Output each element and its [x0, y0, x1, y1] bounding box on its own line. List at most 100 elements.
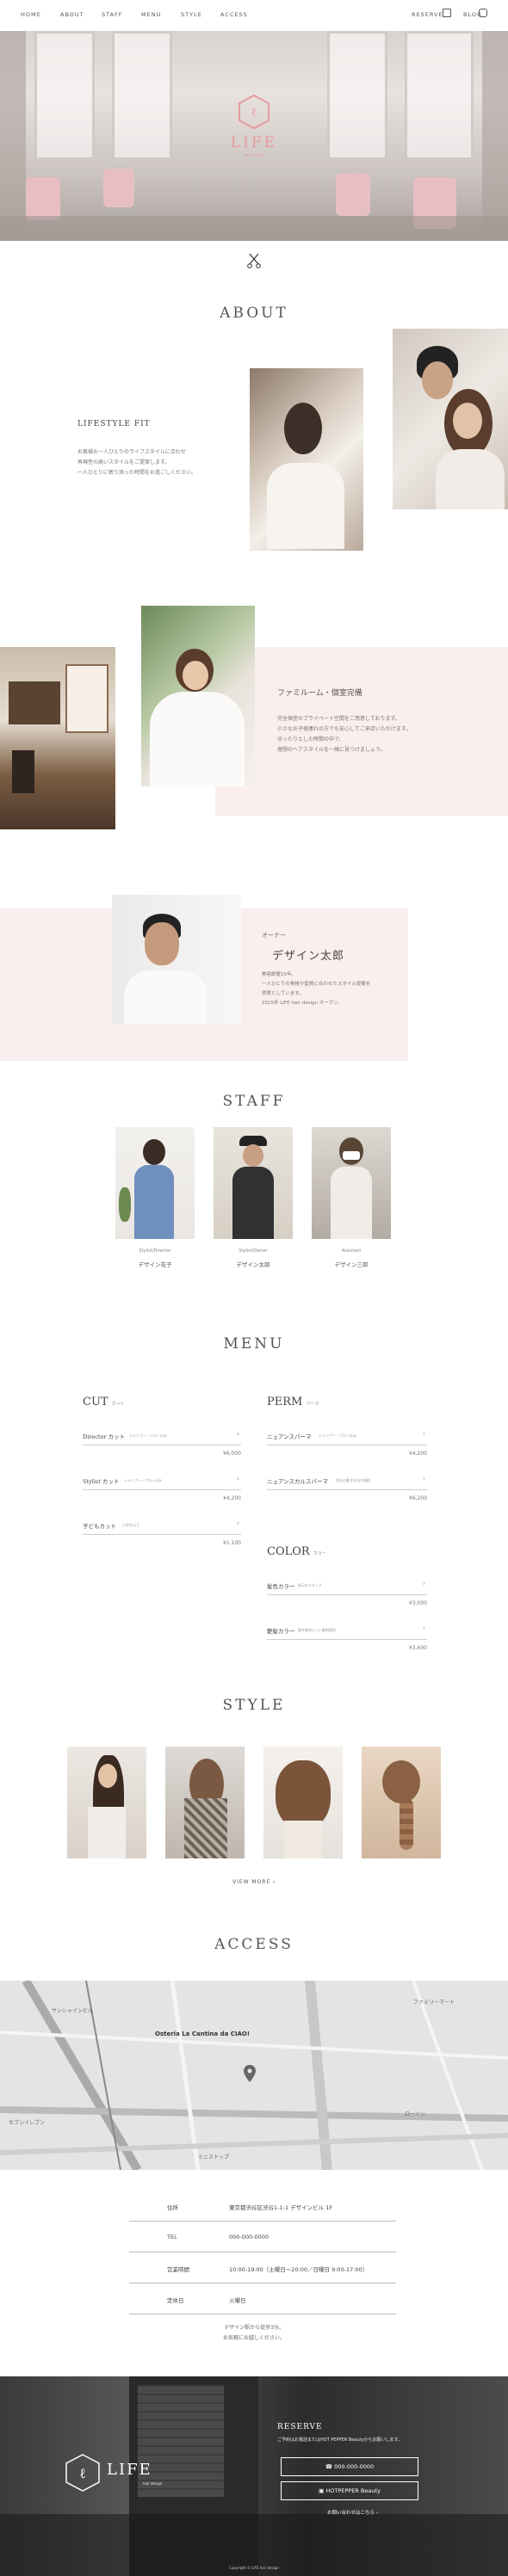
chevron-right-icon: › [422, 1430, 425, 1438]
calendar-icon[interactable] [443, 9, 451, 17]
chevron-right-icon: › [236, 1430, 239, 1438]
menu-cut-price-3: ¥1,100 [223, 1540, 241, 1546]
nav-staff[interactable]: STAFF [102, 11, 123, 18]
nav-style[interactable]: STYLE [181, 11, 202, 18]
chevron-right-icon: › [273, 1879, 276, 1885]
menu-color-price-1: ¥3,000 [409, 1600, 427, 1606]
footer: ℓ LIFE hair design RESERVE ご予約はお電話またはHOT… [0, 2376, 508, 2576]
copyright: Copyright © LIFE hair design [229, 2566, 279, 2570]
access-row-holiday: 定休日 火曜日 [129, 2283, 396, 2314]
map-label-3: セブンイレブン [9, 2120, 46, 2126]
access-note: デザイン駅から徒歩3分。 お気軽にお越しください。 [222, 2325, 285, 2341]
staff-photo-1[interactable] [115, 1127, 195, 1239]
staff-photo-2[interactable] [214, 1127, 293, 1239]
about-photo-girl [141, 606, 255, 786]
about-text-4: 完全個室のプライベート空間をご用意しております。 [277, 716, 401, 722]
nav-home[interactable]: HOME [21, 11, 41, 18]
staff-title: STAFF [222, 1093, 286, 1110]
style-photo-1[interactable] [67, 1747, 146, 1858]
owner-text-1: 美容師歴15年。 [262, 972, 296, 977]
menu-cut-row-1[interactable]: Director カット シャンプー・ブロー込み › [83, 1427, 241, 1445]
access-row-address: 住所 東京都渋谷区渋谷1-1-1 デザインビル 1F [129, 2191, 396, 2222]
staff-name-3: デザイン三郎 [334, 1261, 369, 1268]
owner-photo [112, 895, 241, 1024]
staff-photo-3[interactable] [312, 1127, 391, 1239]
logo-hex-icon: ℓ [239, 95, 269, 129]
style-photo-3[interactable] [263, 1747, 343, 1858]
view-more-link[interactable]: VIEW MORE › [232, 1879, 276, 1885]
style-photo-2[interactable] [165, 1747, 245, 1858]
menu-cut-price-2: ¥4,200 [223, 1495, 241, 1501]
map-label-4: ミニストップ [198, 2154, 230, 2160]
about-photo-interior [0, 647, 115, 829]
access-map[interactable]: Osteria La Cantina da CIAO! サンシャインビル ファミ… [0, 1981, 508, 2170]
chevron-right-icon: › [236, 1475, 239, 1482]
map-pin-icon [244, 2065, 256, 2082]
hero-brand-sub: hair design [244, 152, 264, 157]
staff-role-1: Stylist/Director [139, 1248, 171, 1254]
scissors-icon [247, 253, 261, 268]
menu-perm-row-2[interactable]: ニュアンスカルスパーマ 毛先の動きを出す施術 › [267, 1471, 427, 1490]
chevron-right-icon: › [236, 1519, 239, 1527]
menu-cut-heading: CUT カット [83, 1396, 125, 1408]
menu-cut-row-2[interactable]: Stylist カット シャンプー・ブロー込み › [83, 1471, 241, 1490]
map-label-5: ローソン [405, 2111, 426, 2117]
access-row-hours: 営業時間 10:00-19:00（土曜日〜20:00／日曜日 9:00-17:00… [129, 2252, 396, 2283]
top-nav: HOME ABOUT STAFF MENU STYLE ACCESS RESER… [0, 0, 508, 31]
footer-contact-link[interactable]: お問い合わせはこちら › [327, 2509, 378, 2516]
about-photo-salon [250, 368, 363, 551]
about-text-5: 小さなお子様連れの方でも安心してご来店いただけます。 [277, 726, 412, 732]
menu-cut-price-1: ¥6,000 [223, 1451, 241, 1457]
menu-color-row-1[interactable]: 髪色カラー 根元のリタッチ › [267, 1576, 427, 1595]
about-text-8: 理想のヘアスタイルを一緒に見つけましょう。 [277, 747, 386, 753]
menu-title: MENU [223, 1335, 285, 1353]
chevron-right-icon: › [422, 1580, 425, 1587]
about-text-3: 一人ひとりに寄り添った時間をお過ごしください。 [77, 470, 196, 476]
nav-access[interactable]: ACCESS [220, 11, 248, 18]
staff-name-2: デザイン太郎 [236, 1261, 270, 1268]
map-label-2: ファミリーマート [413, 2000, 455, 2006]
phone-icon: ☎ [325, 2463, 332, 2470]
chevron-right-icon: › [375, 2511, 378, 2516]
access-row-tel: TEL 000-000-0000 [129, 2222, 396, 2252]
staff-role-2: Stylist/Owner [239, 1248, 268, 1254]
chevron-right-icon: › [422, 1624, 425, 1632]
footer-tel-button[interactable]: ☎ 000-000-0000 [281, 2457, 418, 2476]
menu-perm-price-2: ¥6,200 [409, 1495, 427, 1501]
footer-reserve-title: RESERVE [277, 2423, 323, 2431]
about-photo-couple [393, 329, 508, 509]
menu-perm-row-1[interactable]: ニュアンスパーマ シャンプー・ブロー込み › [267, 1427, 427, 1445]
about-heading-2: ファミルーム・個室完備 [277, 689, 362, 698]
owner-text-3: 得意としています。 [262, 991, 304, 996]
menu-cut-row-3[interactable]: 子どもカット 小学生以下 › [83, 1516, 241, 1535]
footer-hotpepper-button[interactable]: ▣ HOTPEPPER Beauty [281, 2481, 418, 2500]
menu-color-row-2[interactable]: 艶髪カラー 髪を傷めにくい薬剤使用 › [267, 1621, 427, 1640]
instagram-icon[interactable] [479, 9, 487, 17]
menu-perm-heading: PERM パーマ [267, 1396, 319, 1408]
nav-menu[interactable]: MENU [141, 11, 161, 18]
menu-perm-price-1: ¥4,200 [409, 1451, 427, 1457]
about-text-2: 再現性の高いスタイルをご提案します。 [77, 459, 170, 465]
about-text-1: お客様お一人ひとりのライフスタイルに合わせ [77, 449, 186, 455]
owner-text-2: 一人ひとりの骨格や髪質に合わせたスタイル提案を [262, 982, 371, 987]
chevron-right-icon: › [422, 1475, 425, 1482]
footer-reserve-note: ご予約はお電話またはHOT PEPPER Beautyからお願いします。 [277, 2437, 402, 2443]
nav-about[interactable]: ABOUT [60, 11, 84, 18]
nav-reserve[interactable]: RESERVE [412, 11, 443, 18]
svg-text:ℓ: ℓ [79, 2465, 86, 2481]
owner-name: デザイン太郎 [272, 950, 345, 963]
staff-name-1: デザイン花子 [138, 1261, 172, 1268]
about-text-7: ゆったりとした時間の中で、 [277, 736, 344, 743]
owner-role: オーナー [262, 932, 286, 939]
owner-text-4: 2015年 LIFE hair design オープン。 [262, 1001, 343, 1006]
access-title: ACCESS [214, 1936, 294, 1953]
hero-image: ℓ LIFE hair design [0, 31, 508, 241]
menu-color-heading: COLOR カラー [267, 1545, 326, 1558]
style-photo-4[interactable] [362, 1747, 441, 1858]
about-heading-1: LIFESTYLE FIT [77, 420, 151, 428]
footer-logo-hex-icon: ℓ [65, 2454, 100, 2492]
menu-color-price-2: ¥3,600 [409, 1645, 427, 1651]
footer-brand-sub: hair design [143, 2481, 163, 2486]
hero-brand: LIFE [230, 134, 278, 151]
map-label-1: サンシャインビル [52, 2008, 94, 2014]
